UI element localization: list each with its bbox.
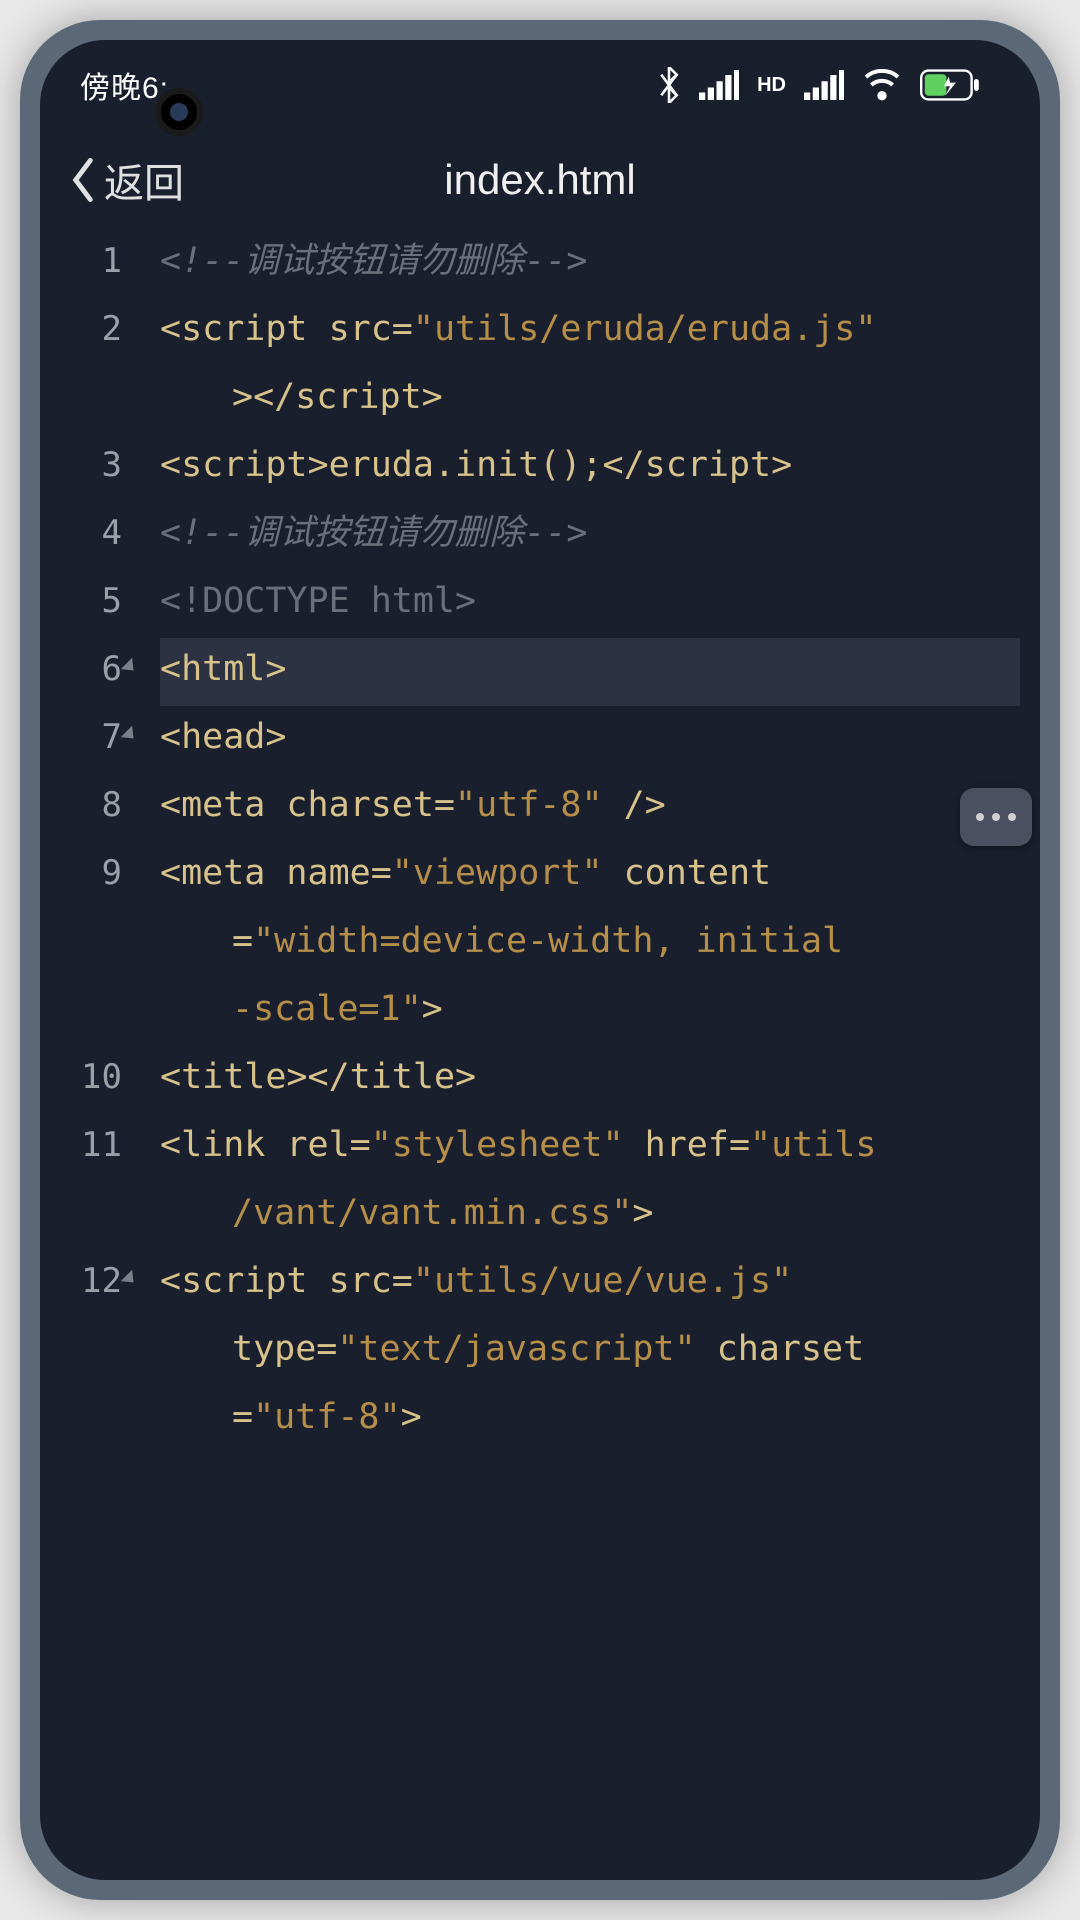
code-wrap[interactable]: /vant/vant.min.css">	[160, 1182, 1020, 1250]
signal2-icon	[804, 70, 844, 100]
bluetooth-icon	[657, 67, 681, 103]
line-number: 12	[40, 1250, 140, 1454]
code-line[interactable]: <script>eruda.init();</script>	[160, 434, 1020, 502]
hd-icon: HD	[757, 74, 786, 97]
code-editor[interactable]: 1 2 3 4 5 6 7 8 9 10 11 12 <!--调试按钮请勿删除-…	[40, 230, 1040, 1454]
code-line[interactable]: <link rel="stylesheet" href="utils	[160, 1114, 1020, 1182]
code-wrap[interactable]: ="utf-8">	[160, 1386, 1020, 1454]
line-number: 11	[40, 1114, 140, 1250]
back-button[interactable]: 返回	[70, 151, 184, 209]
code-line[interactable]: <script src="utils/eruda/eruda.js"	[160, 298, 1020, 366]
wifi-icon	[862, 69, 902, 101]
line-number: 2	[40, 298, 140, 434]
status-icons: HD	[657, 67, 980, 103]
line-number: 6	[40, 638, 140, 706]
phone-frame: 傍晚6: HD 返回 index.html 1 2 3 4	[20, 20, 1060, 1900]
code-wrap[interactable]: ></script>	[160, 366, 1020, 434]
line-number: 4	[40, 502, 140, 570]
code-wrap[interactable]: -scale=1">	[160, 978, 1020, 1046]
front-camera	[155, 88, 203, 136]
code-line[interactable]: <!--调试按钮请勿删除-->	[160, 502, 1020, 570]
more-button[interactable]	[960, 788, 1032, 846]
code-wrap[interactable]: type="text/javascript" charset	[160, 1318, 1020, 1386]
code-line[interactable]: <html>	[160, 638, 1020, 706]
dot-icon	[976, 813, 984, 821]
line-number: 5	[40, 570, 140, 638]
code-area[interactable]: <!--调试按钮请勿删除--> <script src="utils/eruda…	[40, 230, 1040, 1454]
line-number: 9	[40, 842, 140, 1046]
code-line[interactable]: <title></title>	[160, 1046, 1020, 1114]
signal-icon	[699, 70, 739, 100]
code-line[interactable]: <script src="utils/vue/vue.js"	[160, 1250, 1020, 1318]
line-gutter: 1 2 3 4 5 6 7 8 9 10 11 12	[40, 230, 140, 1454]
dot-icon	[992, 813, 1000, 821]
page-title: index.html	[444, 156, 635, 204]
code-line[interactable]: <!DOCTYPE html>	[160, 570, 1020, 638]
code-wrap[interactable]: ="width=device-width, initial	[160, 910, 1020, 978]
status-time: 傍晚6:	[80, 63, 169, 107]
chevron-left-icon	[70, 158, 96, 202]
line-number: 10	[40, 1046, 140, 1114]
back-label: 返回	[104, 151, 184, 209]
code-line[interactable]: <meta charset="utf-8" />	[160, 774, 1020, 842]
line-number: 1	[40, 230, 140, 298]
line-number: 3	[40, 434, 140, 502]
title-bar: 返回 index.html	[40, 130, 1040, 230]
code-line[interactable]: <head>	[160, 706, 1020, 774]
code-line[interactable]: <!--调试按钮请勿删除-->	[160, 230, 1020, 298]
line-number: 7	[40, 706, 140, 774]
line-number: 8	[40, 774, 140, 842]
screen: 傍晚6: HD 返回 index.html 1 2 3 4	[40, 40, 1040, 1880]
dot-icon	[1008, 813, 1016, 821]
battery-icon	[920, 69, 980, 101]
code-line[interactable]: <meta name="viewport" content	[160, 842, 1020, 910]
